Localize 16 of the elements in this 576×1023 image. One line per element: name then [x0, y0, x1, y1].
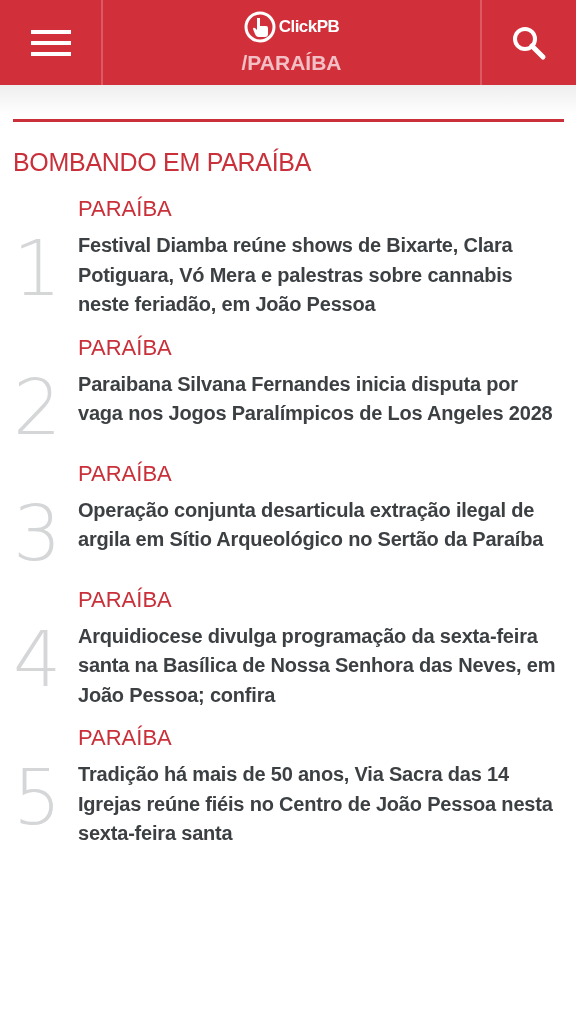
article-headline[interactable]: Arquidiocese divulga programação da sexta-feira santa na Basílica de Nossa Senhora das Neves, em João Pessoa; confira [78, 621, 564, 710]
logo-text: ClickPB [278, 16, 340, 37]
category-link[interactable]: PARAÍBA [78, 333, 172, 362]
section-link[interactable]: /PARAÍBA [241, 50, 342, 75]
article-headline[interactable]: Operação conjunta desarticula extração ilegal de argila em Sítio Arqueológico no Sertão da Paraíba [78, 495, 564, 555]
search-icon [511, 24, 547, 61]
category-link[interactable]: PARAÍBA [78, 724, 172, 752]
article-headline[interactable]: Tradição há mais de 50 anos, Via Sacra das 14 Igrejas reúne fiéis no Centro de João Pessoa nesta sexta-feira santa [78, 760, 564, 849]
article-headline[interactable]: Festival Diamba reúne shows de Bixarte, Clara Potiguara, Vó Mera e palestras sobre cannabis neste feriadão, em João Pessoa [78, 231, 564, 320]
category-link[interactable]: PARAÍBA [78, 195, 172, 223]
menu-icon [30, 27, 71, 58]
category-link[interactable]: PARAÍBA [78, 459, 172, 488]
article-headline[interactable]: Paraibana Silvana Fernandes inicia disputa por vaga nos Jogos Paralímpicos de Los Angeles 2028 [78, 369, 564, 429]
section-title: BOMBANDO EM PARAÍBA [13, 148, 313, 177]
category-link[interactable]: PARAÍBA [78, 585, 172, 614]
hand-icon [243, 10, 276, 43]
